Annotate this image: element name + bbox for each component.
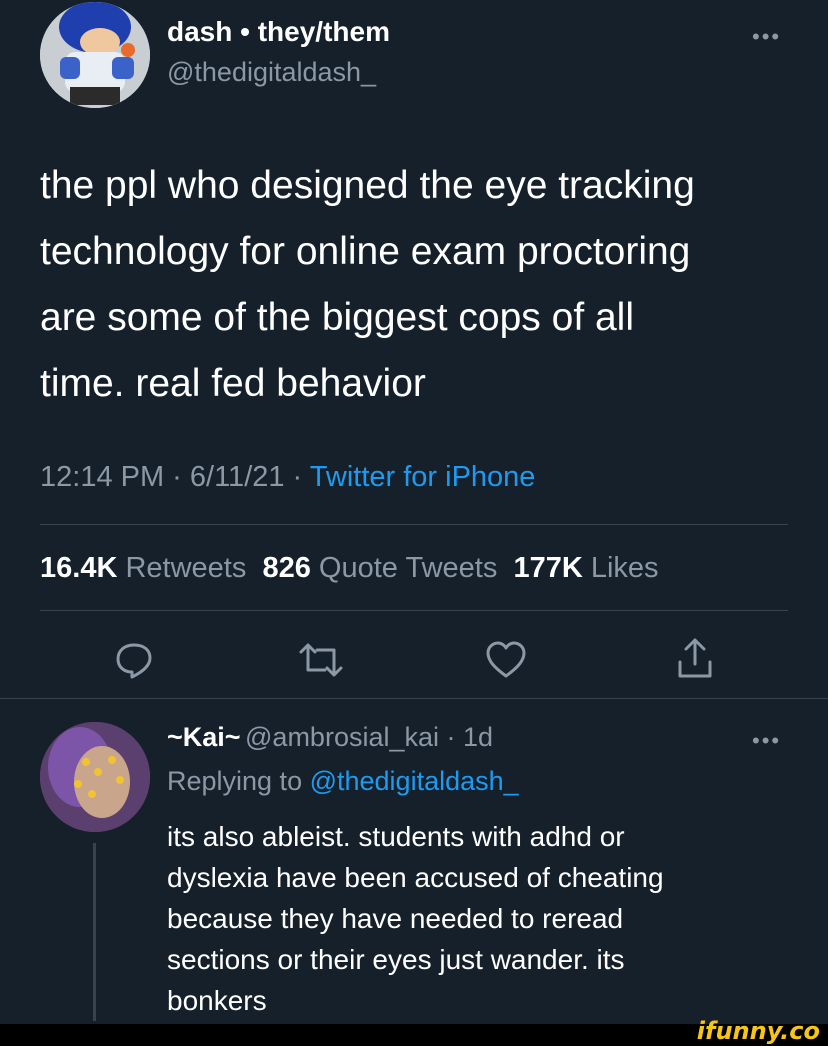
retweets-stat[interactable]: 16.4K Retweets [40,552,246,584]
replying-to-label: Replying to [167,766,310,796]
likes-stat[interactable]: 177K Likes [513,552,658,584]
reply-handle-time[interactable]: @ambrosial_kai · 1d [245,722,493,752]
likes-count: 177K [513,552,583,584]
reply-header: ~Kai~ @ambrosial_kai · 1d [167,722,493,753]
divider [40,610,788,611]
reply-text-line: because they have needed to reread [167,903,624,934]
reply-text: its also ableist. students with adhd or … [167,816,807,1021]
tweet-text: the ppl who designed the eye tracking te… [40,153,810,417]
retweet-button[interactable] [297,640,345,680]
like-icon [486,641,526,678]
divider [0,698,828,699]
tweet-text-line: the ppl who designed the eye tracking [40,164,695,207]
tweet-text-line: time. real fed behavior [40,362,426,405]
reply-author-avatar[interactable] [40,722,150,832]
author-display-name[interactable]: dash • they/them [167,16,390,48]
replying-to-handle[interactable]: @thedigitaldash_ [310,766,519,796]
reply-author-name[interactable]: ~Kai~ [167,722,241,752]
share-icon [678,638,712,678]
retweet-icon [299,643,343,677]
retweets-count: 16.4K [40,552,118,584]
reply-button[interactable] [114,640,154,680]
avatar-image [40,2,150,108]
reply-text-line: bonkers [167,985,267,1016]
reply-icon [116,643,152,679]
tweet-time[interactable]: 12:14 PM · 6/11/21 · [40,461,310,493]
replying-to: Replying to @thedigitaldash_ [167,766,519,797]
retweets-label: Retweets [125,552,247,584]
reply-text-line: dyslexia have been accused of cheating [167,862,664,893]
quotes-stat[interactable]: 826 Quote Tweets [262,552,497,584]
more-options-icon[interactable]: ••• [752,24,781,50]
tweet-text-line: are some of the biggest cops of all [40,296,635,339]
divider [40,524,788,525]
reply-text-line: its also ableist. students with adhd or [167,821,625,852]
thread-line [93,843,96,1021]
like-button[interactable] [485,640,527,680]
tweet-text-line: technology for online exam proctoring [40,230,691,273]
reply-more-options-icon[interactable]: ••• [752,728,781,754]
tweet-stats: 16.4K Retweets 826 Quote Tweets 177K Lik… [40,552,659,585]
quotes-count: 826 [262,552,311,584]
reply-text-line: sections or their eyes just wander. its [167,944,625,975]
share-button[interactable] [675,636,715,680]
author-handle[interactable]: @thedigitaldash_ [167,57,376,88]
tweet-timestamp: 12:14 PM · 6/11/21 · Twitter for iPhone [40,461,535,494]
tweet-source[interactable]: Twitter for iPhone [310,461,536,493]
avatar-image [40,722,150,832]
quotes-label: Quote Tweets [318,552,498,584]
author-avatar[interactable] [40,2,150,108]
likes-label: Likes [590,552,659,584]
ifunny-watermark: ifunny.co [696,1017,820,1045]
